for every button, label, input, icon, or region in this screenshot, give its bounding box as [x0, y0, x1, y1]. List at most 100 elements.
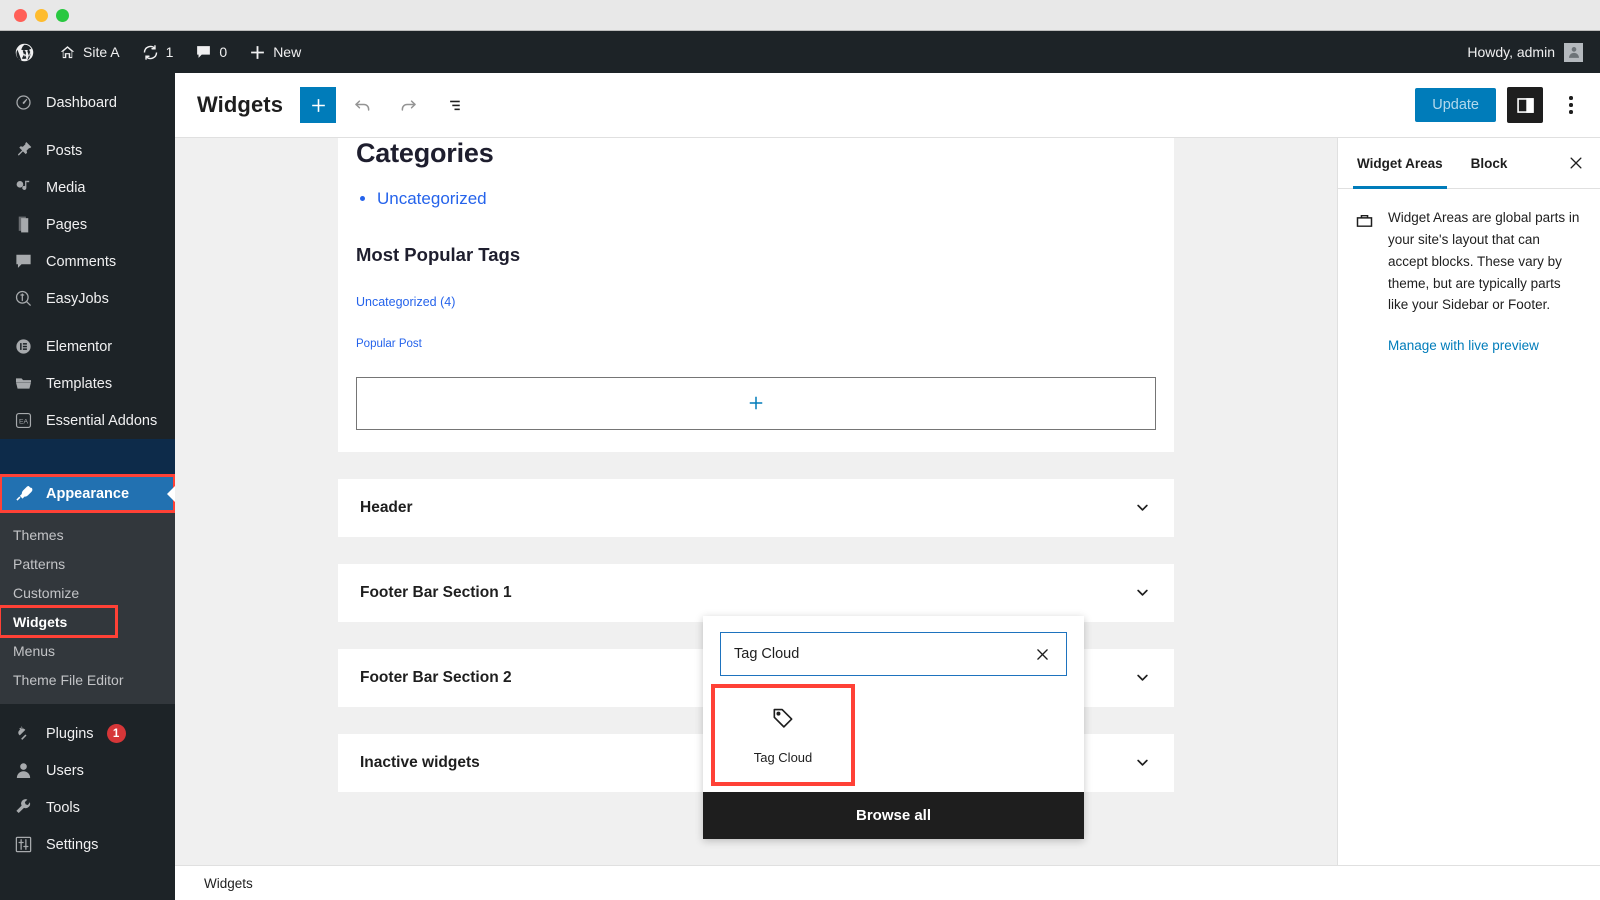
howdy-label: Howdy, admin	[1467, 44, 1555, 60]
chevron-down-icon[interactable]	[1133, 668, 1152, 687]
tag-cloud-item[interactable]: Uncategorized (4)	[356, 295, 1156, 309]
submenu-item-customize[interactable]: Customize	[0, 578, 175, 607]
block-type-label: Tag Cloud	[753, 750, 813, 765]
comments-menu[interactable]: 0	[184, 31, 238, 73]
kebab-menu-icon	[1569, 103, 1573, 107]
widget-area-row-footer-bar-section-1[interactable]: Footer Bar Section 1	[338, 563, 1174, 622]
comment-icon	[195, 44, 212, 61]
submenu-item-theme-file-editor[interactable]: Theme File Editor	[0, 665, 175, 694]
sidebar-item-plugins[interactable]: Plugins 1	[0, 715, 175, 752]
sidebar-item-comments[interactable]: Comments	[0, 243, 175, 280]
category-link[interactable]: Uncategorized	[377, 189, 487, 208]
sidebar-item-tools[interactable]: Tools	[0, 789, 175, 826]
inserter-search-field[interactable]	[720, 632, 1067, 676]
plugins-update-badge: 1	[106, 724, 126, 743]
my-account-menu[interactable]: Howdy, admin	[1467, 42, 1600, 62]
block-type-tag-cloud[interactable]: Tag Cloud	[711, 684, 855, 786]
sidebar-item-dashboard[interactable]: Dashboard	[0, 84, 175, 121]
sidebar-item-media[interactable]: Media	[0, 169, 175, 206]
popular-post-link[interactable]: Popular Post	[356, 338, 1156, 350]
submenu-item-menus[interactable]: Menus	[0, 636, 175, 665]
sidebar-item-easyjobs[interactable]: EasyJobs	[0, 280, 175, 317]
editor-status-bar: Widgets	[175, 865, 1600, 900]
essential-addons-icon: EA	[13, 411, 33, 430]
widget-area-card-sidebar: Categories Uncategorized Most Popular Ta…	[338, 138, 1174, 452]
clear-search-button[interactable]	[1031, 643, 1053, 665]
close-sidebar-button[interactable]	[1554, 141, 1598, 185]
home-icon	[59, 44, 76, 61]
sidebar-item-label: EasyJobs	[46, 290, 109, 307]
close-icon	[1570, 157, 1582, 169]
svg-text:EA: EA	[18, 418, 28, 425]
wrench-icon	[13, 798, 33, 817]
redo-button[interactable]	[388, 85, 428, 125]
updates-menu[interactable]: 1	[131, 31, 185, 73]
settings-sidebar-tabs: Widget Areas Block	[1338, 138, 1600, 189]
sidebar-item-pages[interactable]: Pages	[0, 206, 175, 243]
sidebar-item-label: Comments	[46, 253, 117, 270]
update-icon	[142, 44, 159, 61]
settings-sidebar-toggle[interactable]	[1507, 87, 1543, 123]
submenu-item-widgets[interactable]: Widgets	[0, 605, 118, 638]
sidebar-item-label: Pages	[46, 216, 88, 233]
tag-icon	[770, 705, 796, 736]
sidebar-item-templates[interactable]: Templates	[0, 365, 175, 402]
minimize-window-button[interactable]	[35, 9, 48, 22]
sidebar-item-settings[interactable]: Settings	[0, 826, 175, 863]
sidebar-item-essential-addons[interactable]: EA Essential Addons	[0, 402, 175, 439]
sidebar-item-label: Plugins	[46, 725, 94, 742]
plus-icon	[311, 98, 325, 112]
tab-widget-areas[interactable]: Widget Areas	[1343, 138, 1457, 189]
submenu-item-themes[interactable]: Themes	[0, 520, 175, 549]
new-content-label: New	[273, 44, 302, 60]
sidebar-item-users[interactable]: Users	[0, 752, 175, 789]
wp-admin-menu: Dashboard Posts Media Pages Comments Eas…	[0, 73, 175, 900]
add-block-button[interactable]	[300, 87, 337, 123]
kebab-menu-icon	[1569, 110, 1573, 114]
block-inserter-popover: Tag Cloud Browse all	[703, 616, 1084, 839]
block-appender[interactable]	[356, 376, 1156, 430]
new-content-menu[interactable]: New	[238, 31, 312, 73]
site-name-menu[interactable]: Site A	[48, 31, 131, 73]
chevron-down-icon[interactable]	[1133, 498, 1152, 517]
widget-area-row-header[interactable]: Header	[338, 478, 1174, 537]
kebab-menu-icon	[1569, 96, 1573, 100]
manage-live-preview-link[interactable]: Manage with live preview	[1388, 338, 1583, 353]
submenu-item-patterns[interactable]: Patterns	[0, 549, 175, 578]
sidebar-item-label: Tools	[46, 799, 80, 816]
list-view-button[interactable]	[434, 85, 474, 125]
dashboard-icon	[13, 93, 33, 112]
sidebar-item-elementor[interactable]: Elementor	[0, 328, 175, 365]
chevron-down-icon[interactable]	[1133, 583, 1152, 602]
comments-count: 0	[219, 44, 228, 60]
sidebar-item-label: Users	[46, 762, 84, 779]
sidebar-item-posts[interactable]: Posts	[0, 132, 175, 169]
browser-window: Site A 1 0 New Howdy, admin Dashboard Po…	[0, 0, 1600, 900]
avatar-icon	[1564, 42, 1583, 62]
settings-sidebar: Widget Areas Block Widget Areas are glob…	[1337, 138, 1600, 865]
update-button[interactable]: Update	[1415, 88, 1496, 122]
widget-area-icon	[1354, 207, 1376, 353]
editor-options-button[interactable]	[1554, 87, 1588, 123]
widgets-editor: Widgets Update Categories • Uncategorize…	[175, 73, 1600, 900]
sidebar-item-appearance[interactable]: Appearance	[0, 474, 175, 513]
close-icon	[1036, 648, 1048, 660]
wordpress-logo-menu[interactable]	[0, 31, 48, 73]
widget-area-label: Footer Bar Section 2	[360, 668, 512, 686]
tab-block[interactable]: Block	[1457, 138, 1522, 189]
maximize-window-button[interactable]	[56, 9, 69, 22]
list-item[interactable]: Uncategorized	[377, 186, 1156, 212]
pages-icon	[13, 215, 33, 234]
sidebar-item-label: Settings	[46, 836, 99, 853]
folder-icon	[13, 374, 33, 393]
plus-icon	[249, 44, 266, 61]
editor-header: Widgets Update	[175, 73, 1600, 138]
browse-all-button[interactable]: Browse all	[703, 792, 1084, 839]
comment-icon	[13, 252, 33, 271]
widget-area-label: Inactive widgets	[360, 753, 480, 771]
appearance-submenu: Themes Patterns Customize Widgets Menus …	[0, 512, 175, 704]
close-window-button[interactable]	[14, 9, 27, 22]
search-input[interactable]	[734, 646, 1031, 662]
chevron-down-icon[interactable]	[1133, 753, 1152, 772]
undo-button[interactable]	[342, 85, 382, 125]
